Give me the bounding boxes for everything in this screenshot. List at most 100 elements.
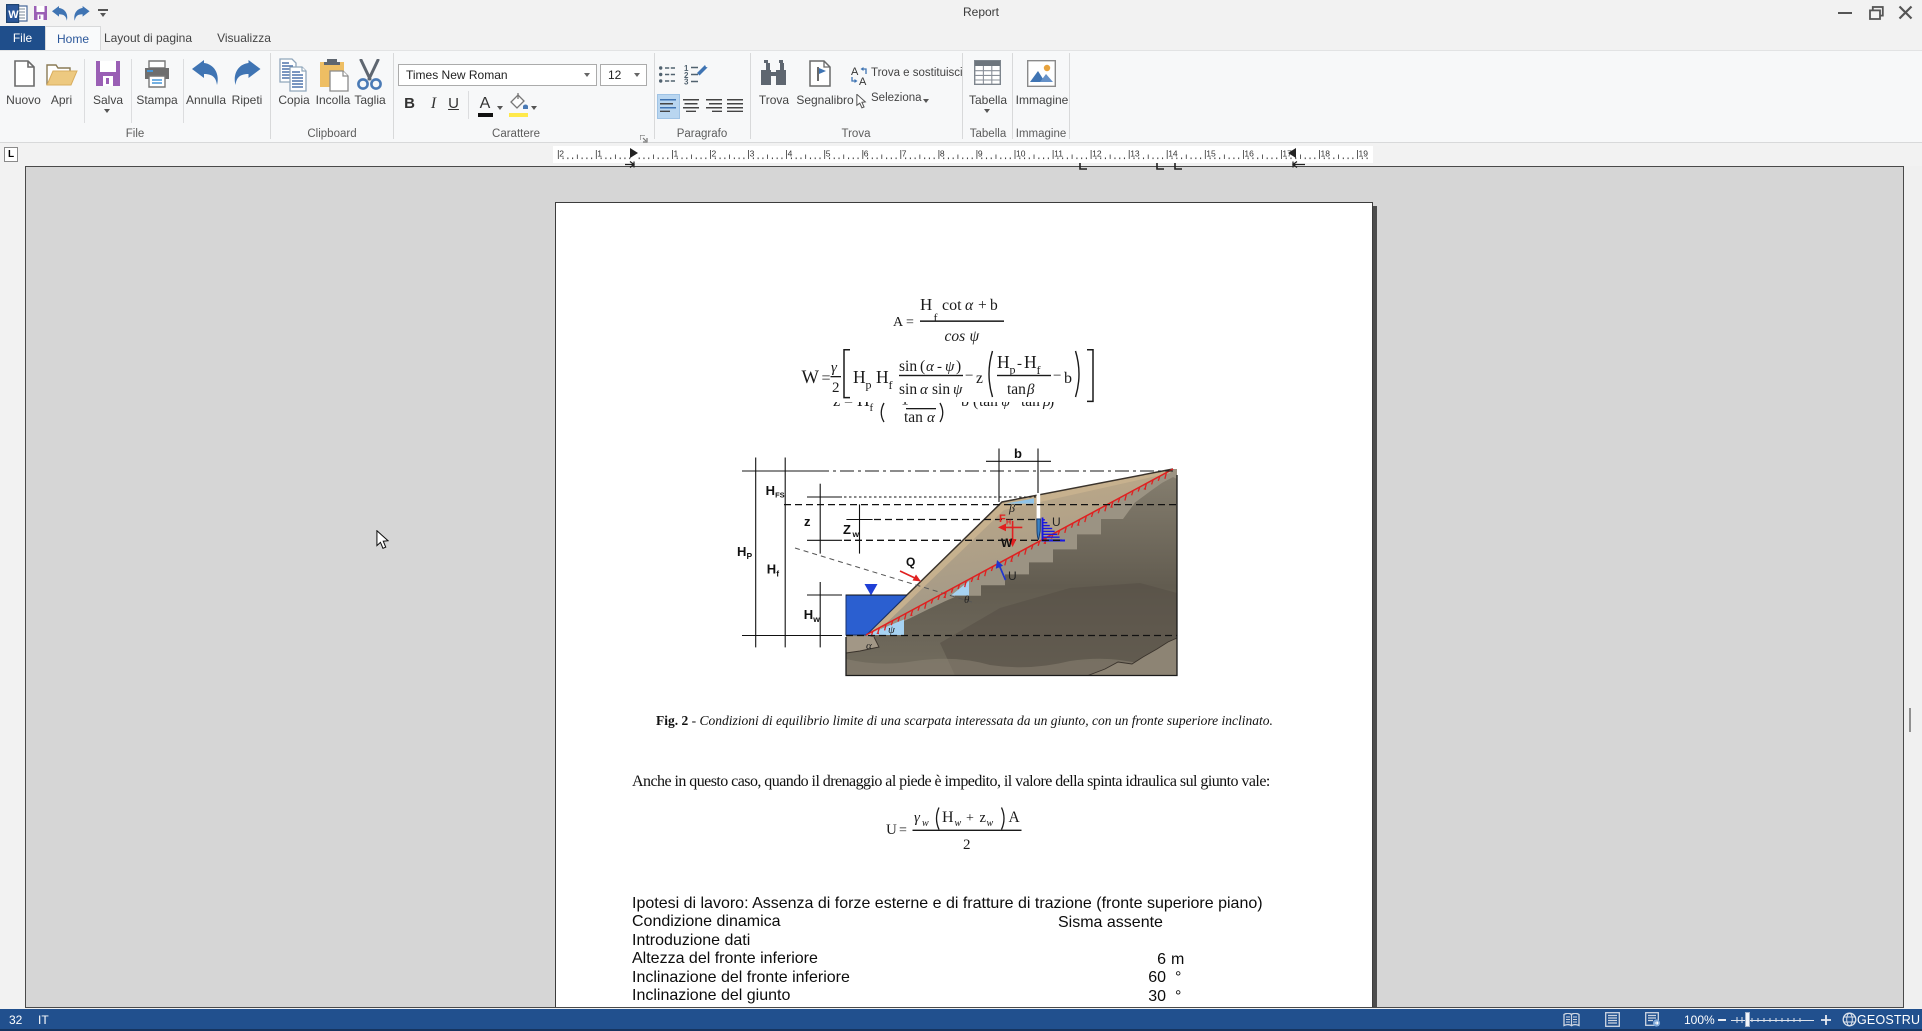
svg-text:11: 11 xyxy=(1054,149,1063,159)
svg-text:2: 2 xyxy=(559,149,564,159)
svg-text:p: p xyxy=(866,378,872,392)
svg-text:ψ: ψ xyxy=(945,359,955,375)
svg-text:2: 2 xyxy=(963,837,971,853)
svg-text:H: H xyxy=(737,544,746,559)
svg-text:-: - xyxy=(1017,356,1022,372)
svg-text:α: α xyxy=(926,359,935,375)
svg-text:A: A xyxy=(893,315,904,330)
svg-text:(: ( xyxy=(920,358,925,375)
svg-text:α: α xyxy=(927,410,936,426)
svg-text:b: b xyxy=(990,297,998,314)
svg-text:α: α xyxy=(866,640,872,652)
svg-text:w: w xyxy=(812,614,820,624)
svg-text:z: z xyxy=(804,514,811,529)
svg-text:): ) xyxy=(1049,393,1054,410)
svg-text:18: 18 xyxy=(1321,149,1331,159)
svg-text:(: ( xyxy=(973,393,978,410)
svg-text:4: 4 xyxy=(788,149,793,159)
svg-text:z: z xyxy=(980,810,987,826)
svg-text:-: - xyxy=(937,359,942,375)
svg-text:H: H xyxy=(766,483,775,498)
svg-text:A: A xyxy=(851,66,859,78)
svg-text:H: H xyxy=(997,352,1010,372)
svg-text:A: A xyxy=(859,76,867,86)
svg-text:6: 6 xyxy=(864,149,869,159)
svg-text:F: F xyxy=(999,513,1006,525)
svg-text:θ: θ xyxy=(964,594,970,606)
svg-text:+: + xyxy=(966,811,974,826)
svg-text:13: 13 xyxy=(1130,149,1140,159)
svg-text:sin: sin xyxy=(932,381,950,398)
svg-text:Q: Q xyxy=(906,555,915,569)
svg-text:H: H xyxy=(942,809,954,826)
svg-text:cot: cot xyxy=(942,297,962,314)
svg-text:A: A xyxy=(1009,809,1021,826)
svg-text:w: w xyxy=(852,529,860,539)
svg-text:8: 8 xyxy=(940,149,945,159)
svg-text:−: − xyxy=(1053,368,1061,384)
svg-text:H: H xyxy=(857,390,870,410)
svg-text:−: − xyxy=(965,368,973,384)
svg-text:H: H xyxy=(876,367,889,387)
svg-text:U: U xyxy=(886,822,897,838)
svg-text:W: W xyxy=(802,368,820,388)
svg-text:7: 7 xyxy=(902,149,907,159)
svg-text:15: 15 xyxy=(1206,149,1216,159)
svg-text:): ) xyxy=(956,358,961,375)
svg-text:1: 1 xyxy=(597,149,602,159)
svg-text:10: 10 xyxy=(1016,149,1026,159)
svg-text:+: + xyxy=(978,297,987,314)
svg-text:tan: tan xyxy=(904,409,923,426)
svg-text:P: P xyxy=(747,551,753,561)
svg-text:γ: γ xyxy=(831,360,838,376)
svg-text:tan: tan xyxy=(979,393,998,410)
svg-text:f: f xyxy=(934,311,938,325)
svg-text:FS: FS xyxy=(775,491,785,500)
svg-text:U: U xyxy=(1052,515,1061,529)
svg-text:b: b xyxy=(1014,446,1022,461)
svg-text:12: 12 xyxy=(1092,149,1102,159)
svg-text:ψ: ψ xyxy=(888,624,895,636)
svg-text:19: 19 xyxy=(1359,149,1369,159)
svg-text:2: 2 xyxy=(832,380,840,396)
svg-text:H: H xyxy=(767,562,776,577)
svg-text:w: w xyxy=(955,818,962,829)
svg-text:H: H xyxy=(920,295,932,314)
svg-text:2: 2 xyxy=(712,149,717,159)
svg-text:W: W xyxy=(1001,536,1013,550)
svg-text:=: = xyxy=(906,315,914,330)
svg-text:ψ: ψ xyxy=(953,382,963,398)
svg-text:H: H xyxy=(853,367,866,387)
svg-text:ψ: ψ xyxy=(970,328,980,345)
svg-text:z: z xyxy=(976,370,983,387)
svg-text:3: 3 xyxy=(684,78,689,87)
svg-text:=: = xyxy=(899,823,907,838)
svg-text:H: H xyxy=(1024,352,1037,372)
svg-text:U: U xyxy=(1008,569,1017,583)
svg-text:H: H xyxy=(1006,520,1011,527)
svg-text:w: w xyxy=(922,818,929,829)
svg-text:14: 14 xyxy=(1168,149,1178,159)
svg-text:α: α xyxy=(920,382,929,398)
svg-text:9: 9 xyxy=(978,149,983,159)
svg-text:16: 16 xyxy=(1244,149,1254,159)
svg-text:p: p xyxy=(1010,363,1016,377)
svg-text:f: f xyxy=(870,402,874,414)
svg-text:f: f xyxy=(889,378,893,392)
svg-text:b: b xyxy=(1064,370,1072,387)
svg-text:3: 3 xyxy=(750,149,755,159)
svg-text:cos: cos xyxy=(945,328,966,345)
svg-text:=: = xyxy=(844,393,853,410)
svg-text:Z: Z xyxy=(843,522,851,537)
svg-text:W: W xyxy=(8,9,19,21)
svg-text:5: 5 xyxy=(826,149,831,159)
svg-text:H: H xyxy=(804,607,813,622)
svg-text:α: α xyxy=(965,297,974,314)
svg-text:β: β xyxy=(1008,501,1015,515)
svg-text:f: f xyxy=(776,569,779,579)
svg-text:tan: tan xyxy=(1007,381,1026,398)
svg-text:sin: sin xyxy=(899,381,917,398)
svg-text:sin: sin xyxy=(899,358,917,375)
svg-text:=: = xyxy=(822,370,831,387)
svg-text:β: β xyxy=(1026,382,1035,398)
